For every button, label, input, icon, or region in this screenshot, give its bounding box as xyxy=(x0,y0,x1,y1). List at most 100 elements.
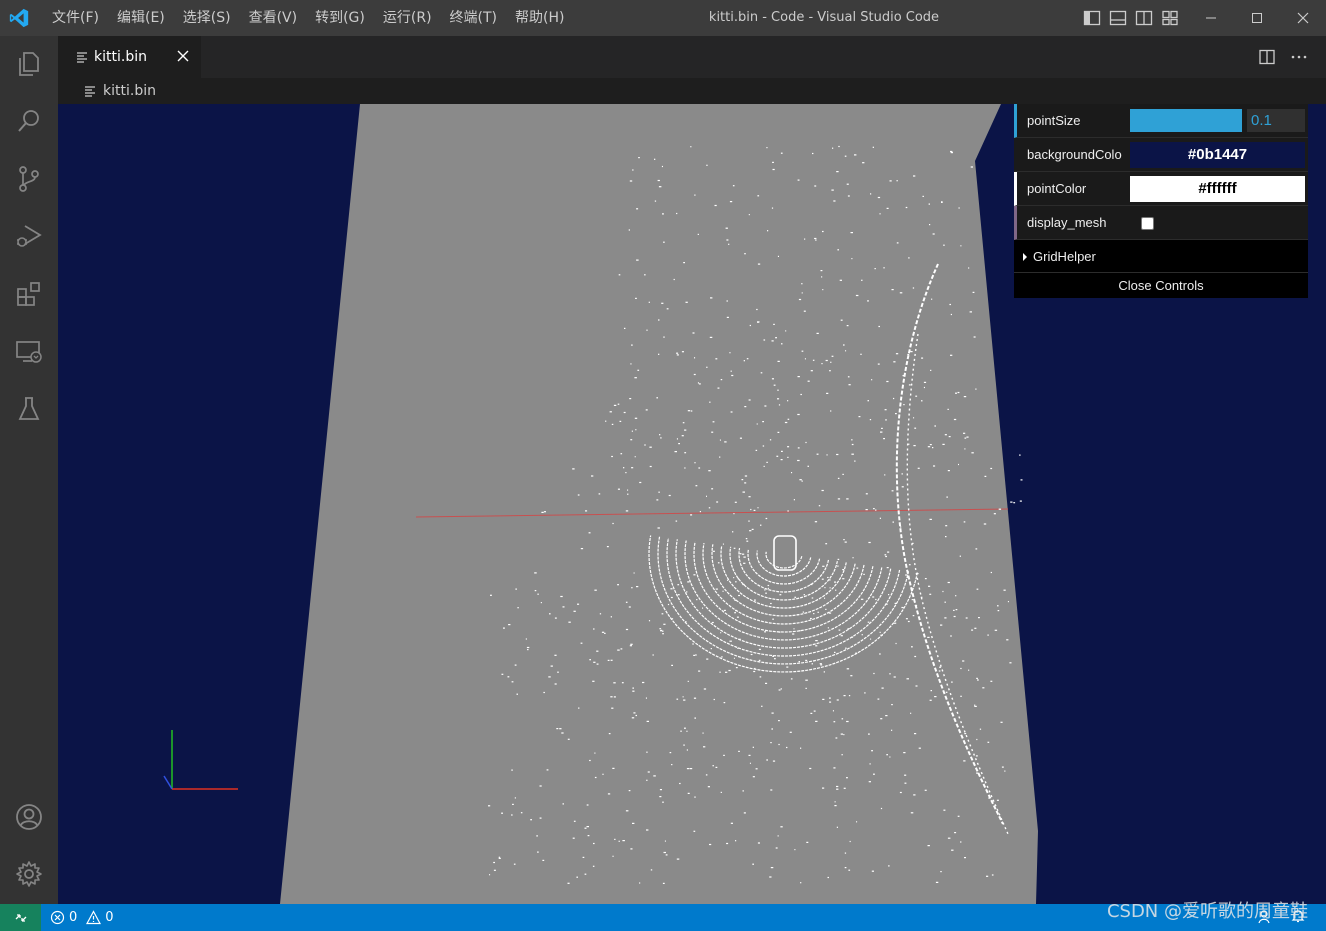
lidar-point xyxy=(844,541,847,543)
lidar-point xyxy=(930,369,932,371)
lidar-point xyxy=(939,666,942,668)
menu-view[interactable]: 查看(V) xyxy=(240,0,307,36)
maximize-button[interactable] xyxy=(1234,0,1280,36)
more-actions-icon[interactable] xyxy=(1290,48,1308,66)
menu-terminal[interactable]: 终端(T) xyxy=(441,0,506,36)
menu-run[interactable]: 运行(R) xyxy=(374,0,441,36)
display-mesh-checkbox[interactable] xyxy=(1141,217,1154,230)
toggle-panel-icon[interactable] xyxy=(1109,9,1127,27)
lidar-point xyxy=(767,584,770,587)
tab-close-icon[interactable] xyxy=(175,48,191,64)
lidar-point xyxy=(794,849,796,851)
lidar-point xyxy=(913,417,915,419)
lidar-point xyxy=(730,370,732,372)
lidar-point xyxy=(749,324,751,327)
close-controls-button[interactable]: Close Controls xyxy=(1014,273,1308,298)
point-size-input[interactable]: 0.1 xyxy=(1247,109,1305,132)
lidar-point xyxy=(815,640,818,642)
lidar-point xyxy=(645,697,647,699)
lidar-point xyxy=(997,605,999,607)
point-size-slider[interactable] xyxy=(1130,109,1242,132)
activity-run-debug[interactable] xyxy=(0,210,58,262)
point-color-input[interactable]: #ffffff xyxy=(1130,176,1305,202)
menu-go[interactable]: 转到(G) xyxy=(306,0,374,36)
lidar-point xyxy=(498,857,501,859)
lidar-point xyxy=(914,655,917,658)
menu-help[interactable]: 帮助(H) xyxy=(506,0,573,36)
problems-indicator[interactable]: 0 0 xyxy=(50,904,119,931)
lidar-point xyxy=(773,384,776,386)
menu-selection[interactable]: 选择(S) xyxy=(174,0,240,36)
lidar-point xyxy=(787,510,789,512)
lidar-point xyxy=(769,876,772,878)
toggle-primary-sidebar-icon[interactable] xyxy=(1083,9,1101,27)
lidar-point xyxy=(910,812,914,814)
lidar-point xyxy=(514,797,516,799)
lidar-point xyxy=(869,763,871,765)
toggle-secondary-sidebar-icon[interactable] xyxy=(1135,9,1153,27)
lidar-point xyxy=(929,593,932,595)
manage-gear-icon xyxy=(16,861,42,887)
lidar-point xyxy=(727,579,729,581)
activity-search[interactable] xyxy=(0,95,58,147)
background-color-input[interactable]: #0b1447 xyxy=(1130,142,1305,168)
lidar-point xyxy=(770,742,772,744)
close-window-button[interactable] xyxy=(1280,0,1326,36)
lidar-point xyxy=(706,164,708,166)
activity-source-control[interactable] xyxy=(0,153,58,205)
lidar-point xyxy=(819,663,822,665)
lidar-point xyxy=(612,855,614,857)
activity-testing[interactable] xyxy=(0,383,58,435)
lidar-point xyxy=(794,596,797,598)
lidar-point xyxy=(841,718,844,720)
lidar-point xyxy=(900,526,902,528)
lidar-point xyxy=(836,699,839,701)
activity-extensions[interactable] xyxy=(0,268,58,320)
activity-explorer[interactable] xyxy=(0,38,58,90)
notifications-icon[interactable] xyxy=(1290,908,1306,924)
lidar-point xyxy=(540,602,542,604)
lidar-point xyxy=(687,792,690,794)
menu-edit[interactable]: 编辑(E) xyxy=(108,0,174,36)
minimize-button[interactable] xyxy=(1188,0,1234,36)
lidar-point xyxy=(968,669,970,671)
lidar-point xyxy=(662,213,664,215)
activity-manage[interactable] xyxy=(0,848,58,900)
lidar-point xyxy=(929,699,932,701)
lidar-point xyxy=(901,473,903,475)
lidar-point xyxy=(733,577,735,579)
lidar-point xyxy=(628,606,631,608)
feedback-icon[interactable] xyxy=(1258,908,1274,924)
lidar-point xyxy=(914,427,917,429)
lidar-point xyxy=(848,869,851,871)
search-icon xyxy=(18,110,39,132)
lidar-point xyxy=(854,460,856,462)
lidar-point xyxy=(817,611,819,613)
tab-kitti-bin[interactable]: kitti.bin xyxy=(58,36,201,78)
lidar-point xyxy=(805,679,808,681)
lidar-point xyxy=(712,765,714,767)
lidar-point xyxy=(800,393,802,396)
lidar-point xyxy=(846,668,850,670)
customize-layout-icon[interactable] xyxy=(1161,9,1179,27)
grid-helper-folder[interactable]: GridHelper xyxy=(1014,240,1308,273)
lidar-point xyxy=(682,696,684,698)
lidar-point xyxy=(810,583,813,586)
lidar-point xyxy=(929,444,932,446)
remote-indicator[interactable] xyxy=(0,904,41,931)
breadcrumb-file[interactable]: kitti.bin xyxy=(103,83,156,99)
lidar-point xyxy=(815,645,818,647)
accounts-icon xyxy=(16,804,42,830)
lidar-point xyxy=(742,553,745,555)
lidar-point xyxy=(589,659,591,661)
point-cloud-viewport[interactable]: pointSize 0.1 backgroundColo #0b1447 poi… xyxy=(58,104,1326,904)
lidar-point xyxy=(625,510,629,512)
lidar-point xyxy=(659,796,662,798)
activity-remote-explorer[interactable] xyxy=(0,326,58,378)
lidar-point xyxy=(965,617,968,619)
split-editor-icon[interactable] xyxy=(1258,48,1276,66)
lidar-point xyxy=(625,472,627,474)
activity-accounts[interactable] xyxy=(0,791,58,843)
menu-file[interactable]: 文件(F) xyxy=(43,0,108,36)
lidar-point xyxy=(972,291,975,293)
